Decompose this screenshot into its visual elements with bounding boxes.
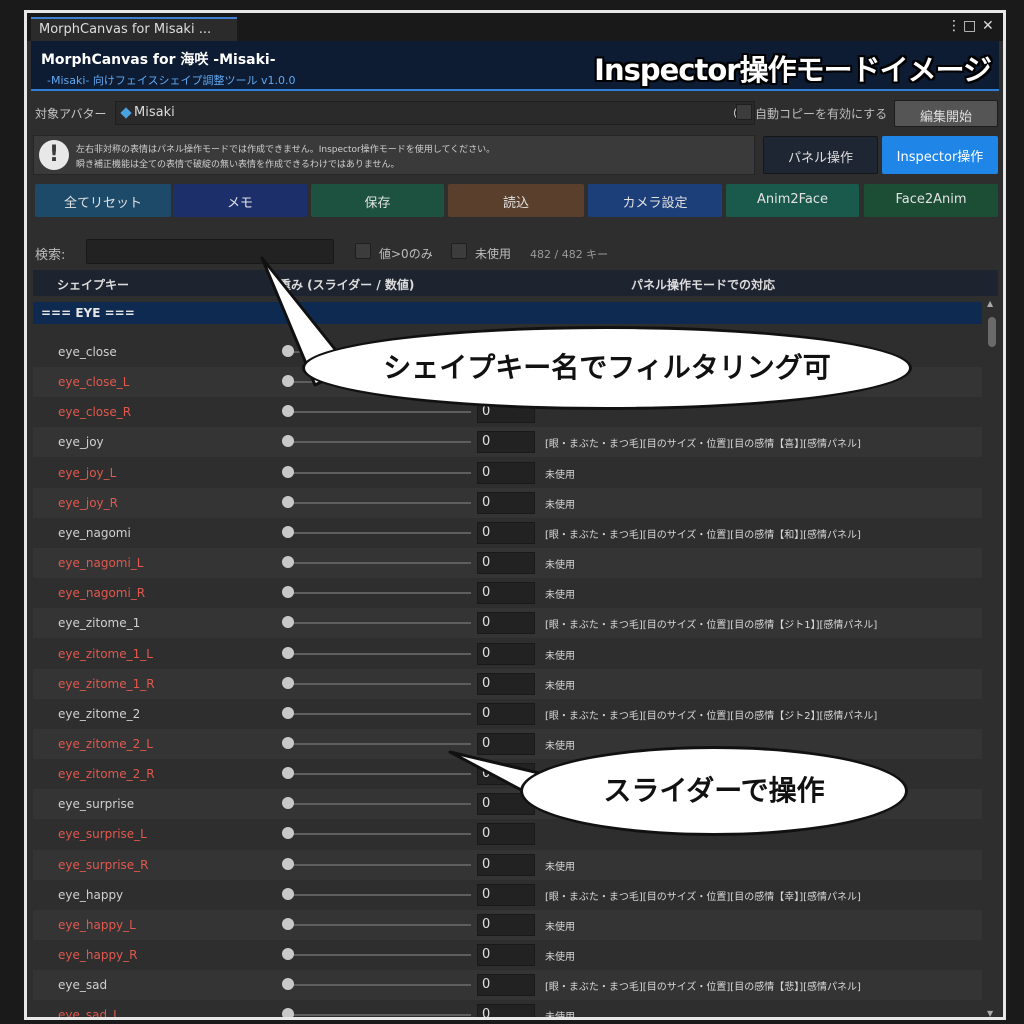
callout-slider: スライダーで操作 bbox=[520, 746, 908, 836]
callout-filter: シェイプキー名でフィルタリング可 bbox=[302, 326, 912, 410]
callout-tails bbox=[260, 256, 562, 802]
